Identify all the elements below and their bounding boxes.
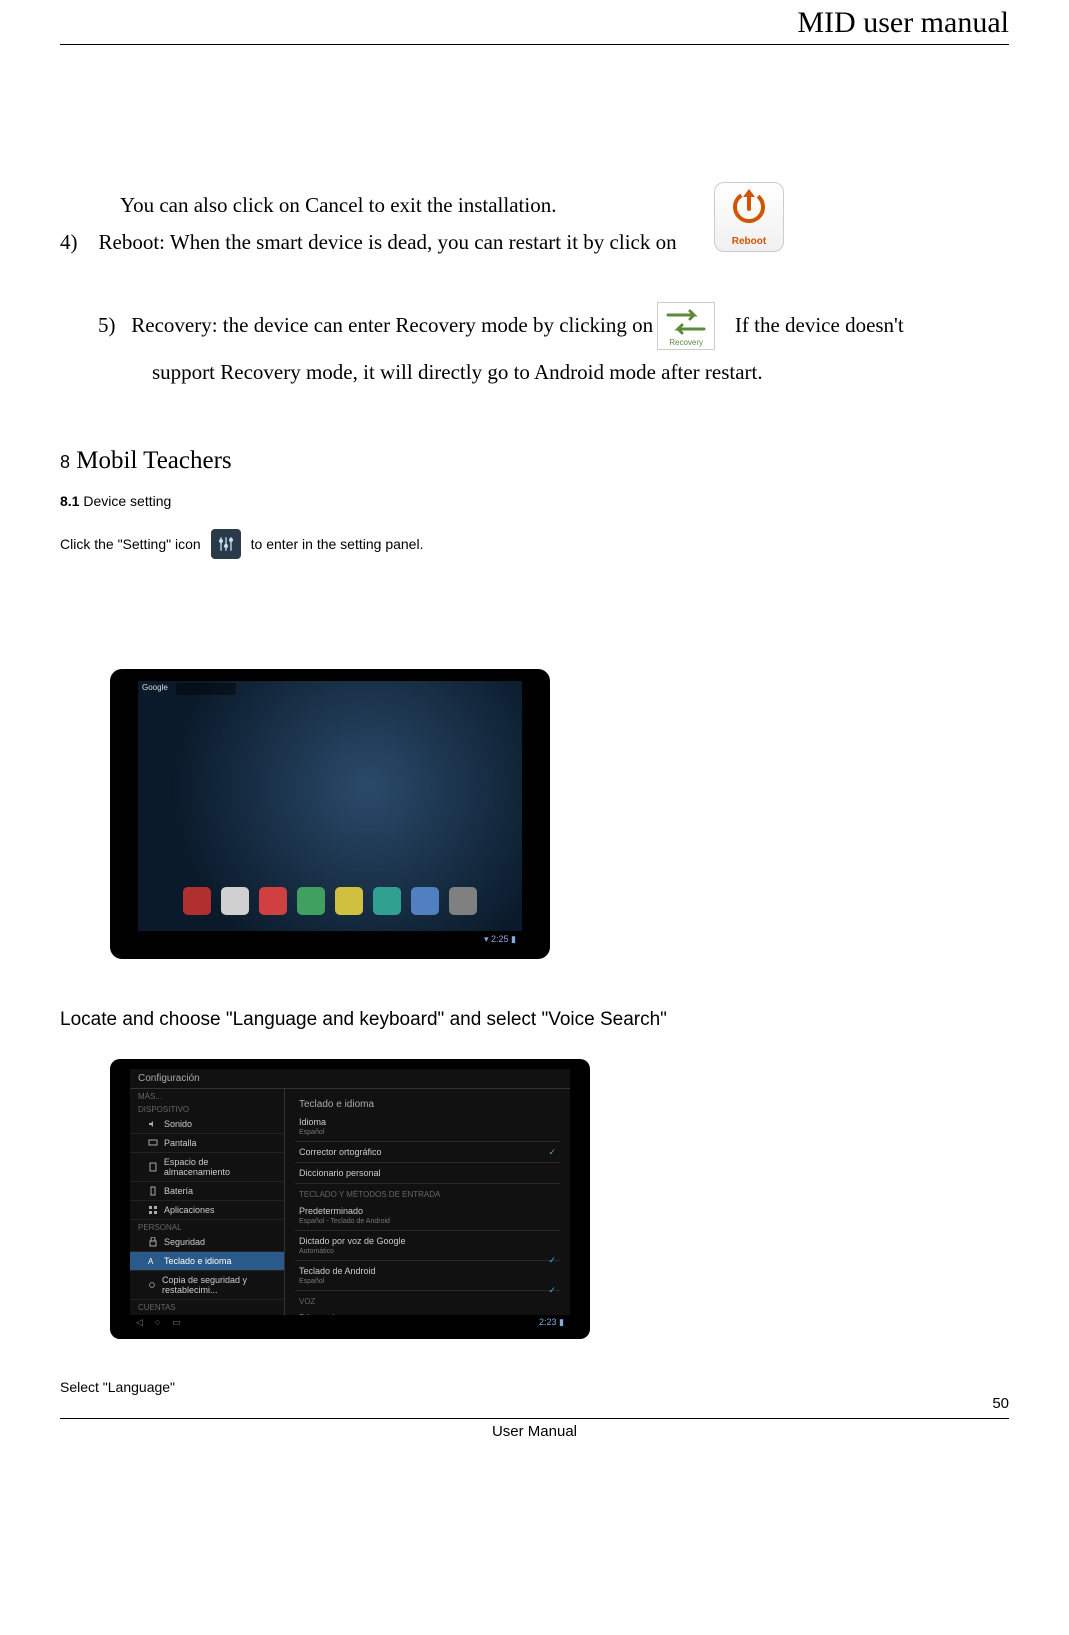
- settings-left-item: Pantalla: [130, 1134, 284, 1153]
- app-icon: [221, 887, 249, 915]
- app-icon: [297, 887, 325, 915]
- settings-right-item: IdiomaEspañol: [295, 1112, 560, 1142]
- settings-left-item: Espacio de almacenamiento: [130, 1153, 284, 1182]
- subsection-8-1-number: 8.1: [60, 493, 79, 509]
- status-bar-clock: ▾ 2:25 ▮: [138, 931, 522, 947]
- settings-right-item: Teclado de AndroidEspañol: [295, 1261, 560, 1291]
- item5-text-c: support Recovery mode, it will directly …: [152, 358, 1009, 387]
- app-icon: [183, 887, 211, 915]
- settings-category: CUENTAS: [130, 1300, 284, 1313]
- settings-left-item: Seguridad: [130, 1233, 284, 1252]
- settings-right-item: Diccionario personal: [295, 1163, 560, 1184]
- setting-line-a: Click the "Setting" icon: [60, 536, 201, 552]
- page-number: 50: [60, 1395, 1009, 1412]
- section-8-number: 8: [60, 452, 70, 472]
- settings-category: DISPOSITIVO: [130, 1102, 284, 1115]
- app-icon: [411, 887, 439, 915]
- tablet-settings-screenshot: Configuración Más...DISPOSITIVOSonidoPan…: [110, 1059, 590, 1339]
- settings-right-column: Teclado e idiomaIdiomaEspañolCorrector o…: [285, 1089, 570, 1315]
- settings-category: PERSONAL: [130, 1220, 284, 1233]
- settings-right-category: VOZ: [295, 1291, 560, 1308]
- svg-text:A: A: [148, 1257, 154, 1266]
- app-icon: [373, 887, 401, 915]
- settings-right-item: Dictado por voz de GoogleAutomático: [295, 1231, 560, 1261]
- settings-category: Más...: [130, 1089, 284, 1102]
- item5-text-b: If the device doesn't: [735, 311, 904, 340]
- status-bar-2: ◁○▭ 2:23 ▮: [130, 1315, 570, 1329]
- subsection-8-1: 8.1 Device setting: [60, 493, 1009, 509]
- item5-text-a: Recovery: the device can enter Recovery …: [131, 311, 653, 340]
- settings-right-item: Búsqueda por voz: [295, 1308, 560, 1315]
- recovery-caption: Recovery: [658, 337, 714, 348]
- section-8-heading: 8 Mobil Teachers: [60, 447, 1009, 475]
- settings-app-icon: [211, 529, 241, 559]
- setting-line-b: to enter in the setting panel.: [251, 536, 424, 552]
- header-rule: [60, 44, 1009, 45]
- settings-title: Configuración: [130, 1069, 570, 1089]
- settings-left-item: Sonido: [130, 1115, 284, 1134]
- reboot-icon: Reboot: [714, 182, 784, 252]
- google-label: Google: [142, 683, 168, 692]
- cancel-line: You can also click on Cancel to exit the…: [120, 191, 1009, 220]
- reboot-caption: Reboot: [715, 235, 783, 249]
- app-icon: [335, 887, 363, 915]
- footer-rule: [60, 1418, 1009, 1419]
- item4-number: 4): [60, 230, 78, 254]
- section-8-title: Mobil Teachers: [76, 447, 231, 474]
- instruction-language-keyboard: Locate and choose "Language and keyboard…: [60, 1009, 1009, 1031]
- item5-number: 5): [98, 311, 116, 340]
- settings-right-category: TECLADO Y MÉTODOS DE ENTRADA: [295, 1184, 560, 1201]
- settings-left-column: Más...DISPOSITIVOSonidoPantallaEspacio d…: [130, 1089, 285, 1315]
- app-icon: [449, 887, 477, 915]
- recovery-icon: Recovery: [657, 302, 715, 350]
- tablet-home-screenshot: Google ◁○▭ ▾ 2:25 ▮: [110, 669, 550, 959]
- item4-text: Reboot: When the smart device is dead, y…: [99, 230, 677, 254]
- settings-left-item: Batería: [130, 1182, 284, 1201]
- settings-left-item: ATeclado e idioma: [130, 1252, 284, 1271]
- settings-right-item: PredeterminadoEspañol - Teclado de Andro…: [295, 1201, 560, 1231]
- page-header-title: MID user manual: [60, 0, 1009, 44]
- select-language-line: Select "Language": [60, 1379, 1009, 1395]
- settings-left-item: Copia de seguridad y restablecimi...: [130, 1271, 284, 1300]
- app-icon-row: [183, 887, 477, 915]
- footer-label: User Manual: [60, 1423, 1009, 1440]
- app-icon: [259, 887, 287, 915]
- settings-left-item: Aplicaciones: [130, 1201, 284, 1220]
- subsection-8-1-title: Device setting: [83, 493, 171, 509]
- search-bar-mock: [176, 683, 236, 695]
- settings-right-item: Corrector ortográfico: [295, 1142, 560, 1163]
